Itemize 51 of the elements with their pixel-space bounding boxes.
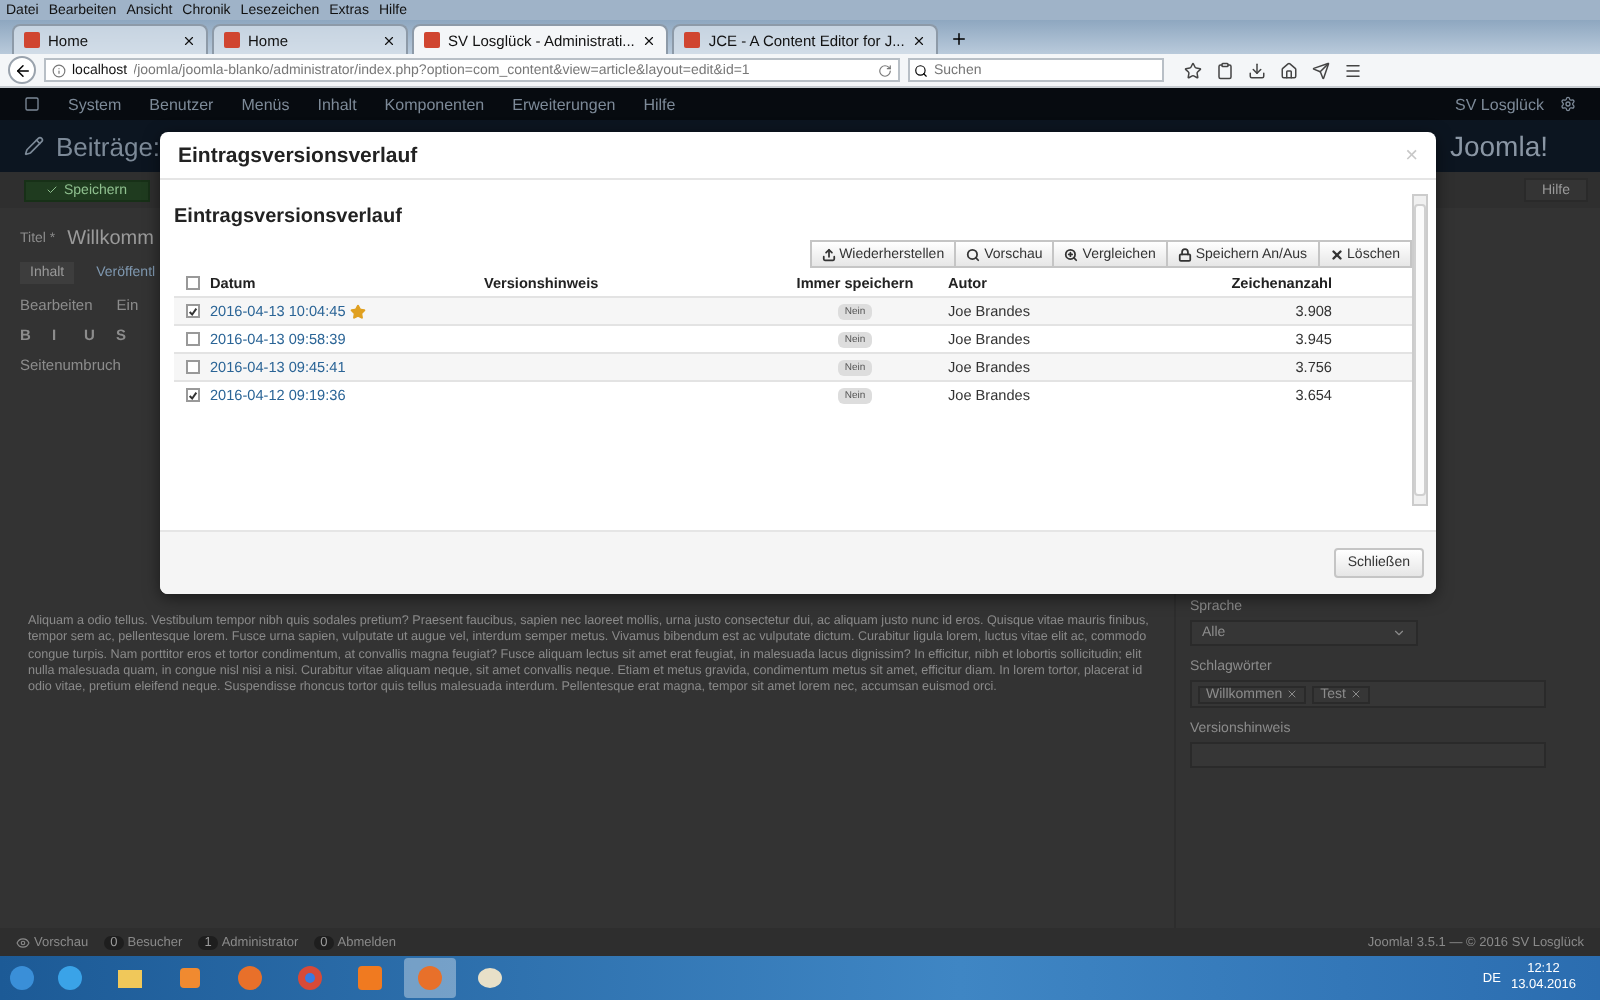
menu-icon[interactable] bbox=[1344, 61, 1362, 79]
eye-icon bbox=[16, 935, 30, 949]
close-icon[interactable] bbox=[642, 33, 657, 47]
settings-icon[interactable] bbox=[1560, 96, 1576, 112]
zoom-icon bbox=[1064, 247, 1079, 261]
bookmark-star-icon[interactable] bbox=[1184, 61, 1202, 79]
close-icon[interactable] bbox=[382, 33, 396, 47]
back-arrow-icon bbox=[13, 61, 31, 79]
lock-icon bbox=[1177, 247, 1192, 261]
checkbox[interactable] bbox=[186, 275, 200, 289]
section-heading: Eintragsversionsverlauf bbox=[174, 206, 404, 228]
nav-item[interactable]: Komponenten bbox=[384, 95, 485, 113]
nav-item[interactable]: Benutzer bbox=[149, 95, 214, 113]
send-icon[interactable] bbox=[1312, 61, 1330, 79]
close-icon[interactable] bbox=[912, 33, 927, 47]
favicon-icon bbox=[24, 32, 40, 48]
page-title: Beiträge: bbox=[56, 131, 161, 161]
checkbox[interactable] bbox=[186, 360, 200, 374]
nav-item[interactable]: Menüs bbox=[241, 95, 290, 113]
favicon-icon bbox=[424, 32, 440, 48]
search-icon bbox=[966, 247, 981, 261]
favicon-icon bbox=[684, 32, 701, 48]
favicon-icon bbox=[224, 32, 240, 48]
nav-item[interactable]: Inhalt bbox=[317, 95, 357, 113]
start-button[interactable] bbox=[8, 964, 36, 992]
remove-icon[interactable] bbox=[1349, 688, 1362, 700]
title-field[interactable]: Willkomm bbox=[67, 228, 154, 250]
nav-item[interactable]: Erweiterungen bbox=[512, 95, 616, 113]
close-icon[interactable] bbox=[182, 33, 196, 47]
check-icon bbox=[46, 184, 58, 196]
checkbox[interactable] bbox=[186, 332, 200, 346]
site-name[interactable]: SV Losglück bbox=[1455, 95, 1544, 113]
home-icon[interactable] bbox=[1280, 61, 1298, 79]
dialog-title: Eintragsversionsverlauf bbox=[178, 143, 418, 167]
info-icon bbox=[52, 63, 66, 77]
download-icon[interactable] bbox=[1248, 61, 1266, 79]
checkbox[interactable] bbox=[186, 388, 200, 402]
upload-icon bbox=[821, 247, 836, 261]
pencil-icon bbox=[24, 136, 44, 156]
checkbox[interactable] bbox=[186, 304, 200, 318]
remove-icon[interactable] bbox=[1286, 688, 1299, 700]
caret-icon bbox=[1392, 626, 1406, 640]
reload-icon[interactable] bbox=[878, 63, 892, 77]
back-button[interactable] bbox=[8, 56, 36, 84]
scrollbar[interactable] bbox=[1412, 194, 1428, 506]
new-tab-icon[interactable] bbox=[950, 30, 969, 48]
nav-item[interactable]: Hilfe bbox=[643, 95, 676, 113]
clipboard-icon[interactable] bbox=[1216, 61, 1234, 79]
nav-item[interactable]: System bbox=[68, 95, 122, 113]
close-icon bbox=[1329, 247, 1344, 261]
logo: Joomla! bbox=[1449, 130, 1550, 162]
